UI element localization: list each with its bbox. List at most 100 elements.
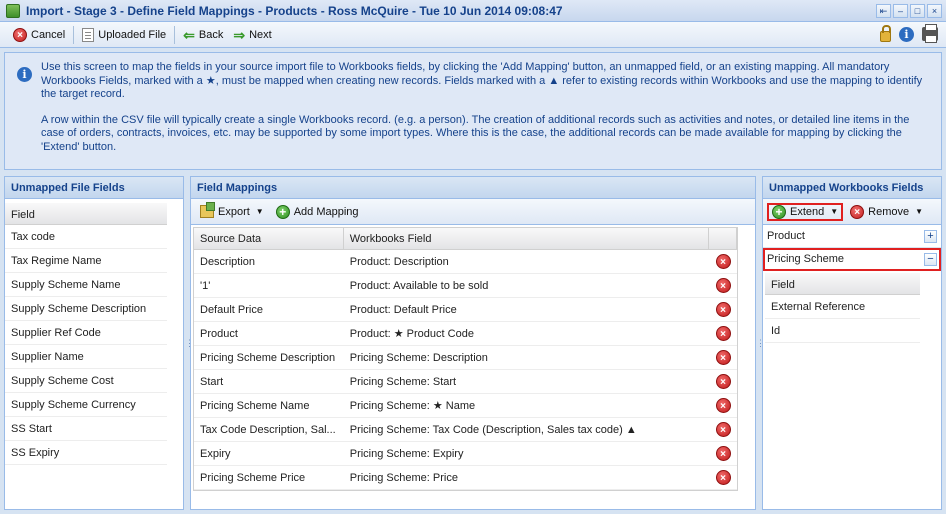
mappings-toolbar: Export ▼ + Add Mapping [191,199,755,225]
source-cell: '1' [200,279,211,292]
table-row[interactable]: Pricing Scheme Price Pricing Scheme: Pric… [194,466,737,490]
delete-icon[interactable]: × [715,374,731,389]
table-row[interactable]: '1' Product: Available to be sold × [194,274,737,298]
source-cell: Tax Code Description, Sal... [200,423,336,436]
table-row[interactable]: Pricing Scheme Description Pricing Scheme… [194,346,737,370]
target-cell: Product: Default Price [349,303,457,316]
column-header-source[interactable]: Source Data [194,227,344,250]
add-mapping-label: Add Mapping [293,205,359,218]
list-item[interactable]: Supply Scheme Name [5,273,167,297]
table-row[interactable]: Pricing Scheme Name Pricing Scheme: ★ Nam… [194,394,737,418]
delete-icon[interactable]: × [715,446,731,461]
target-cell: Product: Available to be sold [349,279,489,292]
remove-button[interactable]: × Remove ▼ [845,203,928,221]
table-row[interactable]: Description Product: Description × [194,250,737,274]
source-cell: Default Price [200,303,263,316]
column-header-field[interactable]: Field [5,203,167,225]
delete-icon[interactable]: × [715,326,731,341]
uploaded-file-label: Uploaded File [98,28,167,41]
chevron-down-icon: ▼ [915,207,924,216]
list-item[interactable]: Id [765,319,920,343]
next-button[interactable]: ⇒ Next [228,26,276,44]
export-button[interactable]: Export ▼ [195,202,269,220]
add-mapping-button[interactable]: + Add Mapping [271,203,364,221]
list-item[interactable]: Supply Scheme Description [5,297,167,321]
window-controls: ⇤ – □ × [876,4,942,18]
chevron-down-icon: ▼ [830,207,839,216]
panel-title: Field Mappings [191,177,755,199]
toolbar-separator [73,25,75,44]
uploaded-file-button[interactable]: Uploaded File [77,26,171,44]
print-icon[interactable] [922,24,938,43]
table-row[interactable]: Start Pricing Scheme: Start × [194,370,737,394]
back-label: Back [198,28,224,41]
unmapped-file-fields-panel: Unmapped File Fields Field Tax code Tax … [4,176,184,510]
target-cell: Pricing Scheme: Description [349,351,488,364]
arrow-right-icon: ⇒ [233,26,246,43]
add-icon: + [772,204,786,219]
close-icon[interactable]: × [927,4,942,18]
minimize-icon[interactable]: – [893,4,908,18]
list-item[interactable]: Tax Regime Name [5,249,167,273]
splitter-right[interactable]: ⋮ [756,176,765,510]
add-icon: + [275,204,290,219]
table-row[interactable]: Expiry Pricing Scheme: Expiry × [194,442,737,466]
mappings-grid: Source Data Workbooks Field Description P… [193,227,738,491]
main-toolbar: × Cancel Uploaded File ⇐ Back ⇒ Next i [0,22,946,48]
cancel-label: Cancel [31,28,66,41]
delete-icon[interactable]: × [715,398,731,413]
extend-button[interactable]: + Extend ▼ [767,202,844,221]
delete-icon[interactable]: × [715,422,731,437]
next-label: Next [249,28,272,41]
instructions-panel: i Use this screen to map the fields in y… [4,52,942,170]
window-title: Import - Stage 3 - Define Field Mappings… [26,3,563,18]
info-icon: i [17,67,32,82]
export-icon [200,202,215,218]
column-header-target[interactable]: Workbooks Field [344,227,710,250]
list-item[interactable]: External Reference [765,295,920,319]
lock-icon[interactable] [880,25,891,42]
instructions-paragraph-2: A row within the CSV file will typically… [41,113,910,153]
target-cell: Pricing Scheme: Expiry [349,447,464,460]
expand-icon[interactable]: + [924,229,937,243]
unmapped-workbooks-fields-panel: Unmapped Workbooks Fields + Extend ▼ × R… [762,176,942,510]
maximize-icon[interactable]: □ [910,4,925,18]
group-pricing-scheme[interactable]: Pricing Scheme − [763,248,941,271]
delete-icon[interactable]: × [715,254,731,269]
help-info-icon[interactable]: i [899,26,914,42]
cancel-button[interactable]: × Cancel [8,26,70,44]
collapse-icon[interactable]: − [924,252,937,266]
list-item[interactable]: Supplier Name [5,345,167,369]
delete-icon[interactable]: × [715,302,731,317]
window-titlebar: Import - Stage 3 - Define Field Mappings… [0,0,946,22]
delete-icon[interactable]: × [715,278,731,293]
restore-icon[interactable]: ⇤ [876,4,891,18]
list-item[interactable]: Supply Scheme Currency [5,393,167,417]
panel-title: Unmapped File Fields [5,177,183,199]
table-row[interactable]: Tax Code Description, Sal... Pricing Sche… [194,418,737,442]
table-row[interactable]: Product Product: ★ Product Code × [194,322,737,346]
group-label: Product [767,230,805,242]
list-item[interactable]: Tax code [5,225,167,249]
list-item[interactable]: SS Expiry [5,441,167,465]
delete-icon[interactable]: × [715,350,731,365]
panel-title: Unmapped Workbooks Fields [763,177,941,199]
target-cell: Product: Description [349,255,449,268]
group-product[interactable]: Product + [763,225,941,248]
remove-label: Remove [868,205,910,218]
arrow-left-icon: ⇐ [183,26,195,43]
target-cell: Product: ★ Product Code [349,328,474,340]
target-cell: Pricing Scheme: Price [349,471,458,484]
list-item[interactable]: Supplier Ref Code [5,321,167,345]
delete-icon[interactable]: × [715,470,731,485]
grid-header: Source Data Workbooks Field [194,227,738,250]
table-row[interactable]: Default Price Product: Default Price × [194,298,737,322]
export-label: Export [218,205,250,218]
list-item[interactable]: SS Start [5,417,167,441]
back-button[interactable]: ⇐ Back [178,26,228,44]
list-item[interactable]: Supply Scheme Cost [5,369,167,393]
toolbar-right-icons: i [880,24,938,43]
column-header-field[interactable]: Field [765,273,920,295]
source-cell: Product [200,327,238,340]
document-icon [82,27,95,42]
